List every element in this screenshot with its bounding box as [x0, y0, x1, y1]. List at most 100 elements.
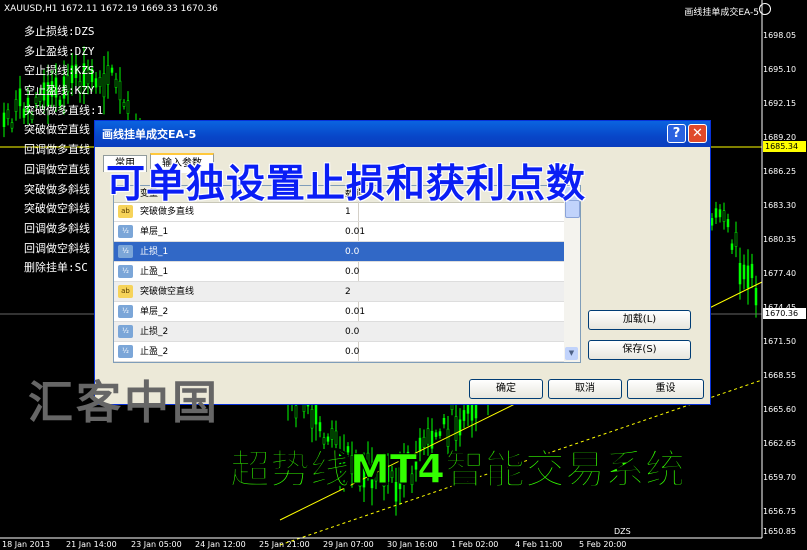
number-param-icon: ½	[118, 345, 133, 358]
table-row[interactable]: ½ 止盈_1 0.0	[114, 262, 564, 282]
candle-body	[122, 101, 126, 107]
time-tick: 5 Feb 20:00	[579, 540, 627, 549]
table-row[interactable]: ½ 单层_2 0.01	[114, 302, 564, 322]
row-value[interactable]: 0.0	[345, 242, 359, 262]
row-name: 止盈_2	[140, 347, 169, 357]
candle-body	[710, 218, 714, 226]
row-value[interactable]: 0.0	[345, 342, 359, 362]
candle-body	[462, 410, 466, 421]
price-tick: 1650.85	[763, 527, 797, 536]
candle-body	[18, 88, 22, 107]
candle-body	[726, 219, 730, 228]
number-param-icon: ½	[118, 245, 133, 258]
number-param-icon: ½	[118, 225, 133, 238]
ea-name-label: 画线挂单成交EA-5	[684, 8, 759, 18]
price-tick: 1668.55	[763, 371, 797, 380]
price-tick: 1683.30	[763, 201, 797, 210]
save-button[interactable]: 保存(S)	[588, 340, 691, 360]
table-row[interactable]: ½ 单层_1 0.01	[114, 222, 564, 242]
candle-body	[102, 73, 106, 98]
line-label[interactable]: 回调做空斜线	[24, 239, 103, 259]
row-name: 止盈_1	[140, 267, 169, 277]
caption-overlay: 可单独设置止损和获利点数	[106, 162, 587, 207]
line-label[interactable]: 空止盈线:KZY	[24, 81, 103, 101]
candle-body	[106, 65, 110, 85]
price-tick: 1671.50	[763, 337, 797, 346]
price-tick: 1695.10	[763, 65, 797, 74]
candle-body	[754, 288, 758, 306]
chart-header: XAUUSD,H1 1672.11 1672.19 1669.33 1670.3…	[4, 4, 218, 14]
line-label[interactable]: 删除挂单:SC	[24, 258, 103, 278]
price-tick: 1677.40	[763, 269, 797, 278]
line-labels-list: 多止损线:DZS 多止盈线:DZY 空止损线:KZS 空止盈线:KZY 突破做多…	[24, 22, 103, 278]
table-row[interactable]: ½ 止盈_2 0.0	[114, 342, 564, 362]
price-tick: 1662.65	[763, 439, 797, 448]
table-row[interactable]: ab 突破做空直线 2	[114, 282, 564, 302]
candle-body	[118, 80, 122, 101]
candle-body	[114, 78, 118, 88]
candle-body	[438, 431, 442, 436]
row-value[interactable]: 2	[345, 282, 351, 302]
price-tick: 1656.75	[763, 507, 797, 516]
candle-body	[458, 419, 462, 436]
vertical-scrollbar[interactable]: ▲ ▼	[564, 186, 580, 362]
line-label[interactable]: 回调做多直线	[24, 140, 103, 160]
dialog-title: 画线挂单成交EA-5	[102, 128, 197, 141]
candle-body	[738, 262, 742, 285]
price-tick: 1665.60	[763, 405, 797, 414]
row-name: 单层_2	[140, 307, 169, 317]
string-param-icon: ab	[118, 285, 133, 298]
reset-button[interactable]: 重设	[627, 379, 704, 399]
row-name: 止损_2	[140, 327, 169, 337]
line-label[interactable]: 回调做空直线	[24, 160, 103, 180]
price-tick: 1692.15	[763, 99, 797, 108]
time-tick: 4 Feb 11:00	[515, 540, 563, 549]
candle-body	[310, 409, 314, 429]
yellow-price-tag: 1685.34	[763, 141, 806, 152]
cancel-button[interactable]: 取消	[548, 379, 622, 399]
line-label[interactable]: 突破做空斜线	[24, 199, 103, 219]
candle-body	[722, 210, 726, 222]
candle-body	[294, 405, 298, 419]
row-name: 止损_1	[140, 247, 169, 257]
line-label[interactable]: 多止盈线:DZY	[24, 42, 103, 62]
candle-body	[6, 109, 10, 119]
dzs-marker: DZS	[614, 527, 631, 536]
candle-body	[750, 263, 754, 279]
load-button[interactable]: 加载(L)	[588, 310, 691, 330]
line-label[interactable]: 突破做多直线:1	[24, 101, 103, 121]
candle-body	[730, 243, 734, 250]
time-tick: 21 Jan 14:00	[66, 540, 117, 549]
close-icon[interactable]: ✕	[688, 124, 707, 143]
line-label[interactable]: 突破做多斜线	[24, 180, 103, 200]
price-tick: 1659.70	[763, 473, 797, 482]
ok-button[interactable]: 确定	[469, 379, 543, 399]
line-label[interactable]: 回调做多斜线	[24, 219, 103, 239]
candle-body	[714, 208, 718, 218]
candle-body	[442, 418, 446, 425]
watermark: 汇客中国	[28, 376, 221, 429]
candle-body	[2, 112, 6, 127]
table-row[interactable]: ½ 止损_2 0.0	[114, 322, 564, 342]
price-tick: 1680.35	[763, 235, 797, 244]
row-value[interactable]: 0.01	[345, 222, 365, 242]
candle-body	[746, 265, 750, 289]
line-label[interactable]: 多止损线:DZS	[24, 22, 103, 42]
price-tick: 1686.25	[763, 167, 797, 176]
candle-body	[14, 99, 18, 112]
scroll-down-icon[interactable]: ▼	[565, 347, 578, 360]
time-tick: 25 Jan 21:00	[259, 540, 310, 549]
time-tick: 30 Jan 16:00	[387, 540, 438, 549]
table-row-selected[interactable]: ½ 止损_1 0.0	[114, 242, 564, 262]
row-value[interactable]: 0.0	[345, 262, 359, 282]
row-value[interactable]: 0.01	[345, 302, 365, 322]
time-tick: 18 Jan 2013	[2, 540, 50, 549]
line-label[interactable]: 突破做空直线	[24, 120, 103, 140]
smiley-icon	[759, 3, 771, 15]
candle-body	[126, 100, 130, 114]
help-icon[interactable]: ?	[667, 124, 686, 143]
dialog-titlebar[interactable]: 画线挂单成交EA-5 ? ✕	[95, 121, 710, 147]
row-value[interactable]: 0.0	[345, 322, 359, 342]
line-label[interactable]: 空止损线:KZS	[24, 61, 103, 81]
time-tick: 23 Jan 05:00	[131, 540, 182, 549]
